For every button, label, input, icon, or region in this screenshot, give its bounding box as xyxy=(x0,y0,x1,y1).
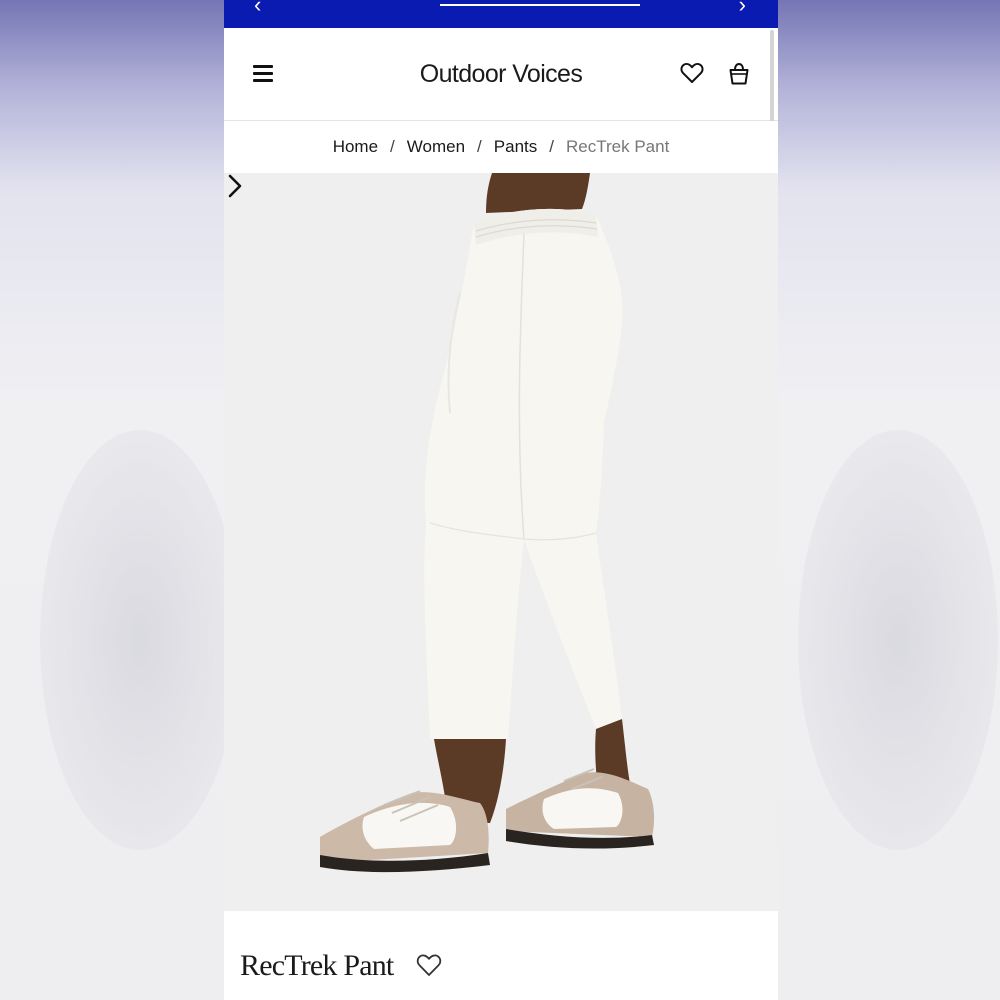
next-image-icon[interactable] xyxy=(224,173,246,199)
breadcrumb-pants[interactable]: Pants xyxy=(494,137,537,157)
breadcrumb-current: RecTrek Pant xyxy=(566,137,670,156)
product-info: RecTrek Pant xyxy=(224,911,778,1000)
breadcrumb-separator: / xyxy=(390,137,395,156)
background-blur-left xyxy=(0,0,240,1000)
product-title: RecTrek Pant xyxy=(240,949,394,982)
background-blur-right xyxy=(778,0,1000,1000)
heart-icon[interactable] xyxy=(680,62,704,84)
promo-prev-icon[interactable]: ‹ xyxy=(254,0,261,18)
site-header: Outdoor Voices xyxy=(224,28,778,121)
breadcrumb-women[interactable]: Women xyxy=(407,137,465,157)
add-to-wishlist-heart-icon[interactable] xyxy=(416,953,442,977)
product-image-gallery[interactable] xyxy=(224,173,778,911)
bag-icon[interactable] xyxy=(728,62,750,86)
promo-bar: ‹ › xyxy=(224,0,778,28)
breadcrumb-separator: / xyxy=(549,137,554,156)
promo-link[interactable] xyxy=(440,0,640,6)
breadcrumb-separator: / xyxy=(477,137,482,156)
breadcrumb-home[interactable]: Home xyxy=(333,137,378,157)
phone-screen: ‹ › Outdoor Voices Home / Women / Pants … xyxy=(224,0,778,1000)
promo-next-icon[interactable]: › xyxy=(739,0,746,18)
product-image xyxy=(320,173,655,873)
breadcrumb: Home / Women / Pants / RecTrek Pant xyxy=(224,121,778,173)
